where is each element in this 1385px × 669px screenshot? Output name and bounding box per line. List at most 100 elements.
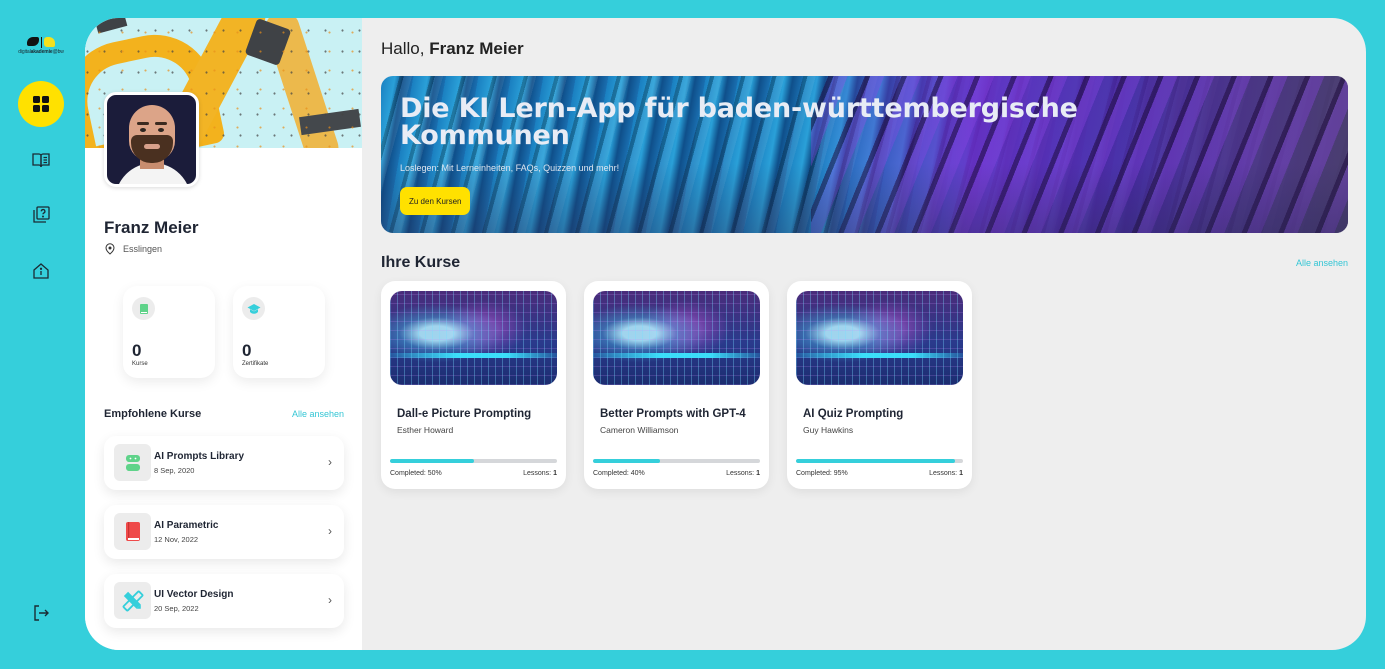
course-progress-bar	[796, 459, 963, 463]
stat-icon-wrap	[132, 297, 155, 320]
course-thumbnail	[390, 291, 557, 385]
stat-value: 0	[242, 341, 252, 360]
avatar-part	[155, 122, 167, 125]
chevron-right-icon: ›	[328, 593, 332, 607]
course-card[interactable]: AI Quiz Prompting Guy Hawkins Completed:…	[787, 281, 972, 489]
logo[interactable]: digitalakademie@bw	[10, 37, 72, 55]
recommended-course-item[interactable]: UI Vector Design 20 Sep, 2022 ›	[104, 574, 344, 628]
course-progress-fill	[390, 459, 474, 463]
book-icon	[139, 303, 148, 314]
logo-stag-icon	[27, 37, 39, 46]
course-meta: Completed: 95% Lessons: 1	[796, 470, 963, 477]
stat-card-courses: 0 Kurse	[123, 286, 215, 378]
nav-courses-button[interactable]	[18, 137, 64, 183]
nav-quizzes-button[interactable]	[18, 192, 64, 238]
thumb-pattern	[796, 291, 963, 385]
thumb-pattern	[593, 353, 760, 358]
courses-see-all-link[interactable]: Alle ansehen	[1296, 258, 1348, 268]
courses-header: Ihre Kurse Alle ansehen	[381, 254, 1348, 272]
courses-title: Ihre Kurse	[381, 254, 461, 271]
main-content: Hallo, Franz Meier Die KI Lern-App für b…	[362, 18, 1366, 650]
course-progress-fill	[593, 459, 660, 463]
grid-icon	[33, 96, 49, 112]
logo-lion-icon	[44, 37, 55, 47]
side-nav: digitalakademie@bw	[0, 0, 85, 669]
logout-icon	[34, 605, 49, 621]
lessons-count: 1	[959, 470, 963, 477]
course-progress-bar	[390, 459, 557, 463]
recommended-title-text: AI Prompts Library	[154, 451, 245, 462]
avatar-part	[140, 128, 146, 132]
course-progress-bar	[593, 459, 760, 463]
avatar-part	[137, 122, 149, 125]
logo-divider	[41, 37, 42, 48]
recommended-course-item[interactable]: AI Prompts Library 8 Sep, 2020 ›	[104, 436, 344, 490]
recommended-date: 20 Sep, 2022	[154, 604, 199, 613]
course-lessons: Lessons: 1	[523, 470, 557, 477]
home-info-icon	[33, 263, 49, 279]
course-thumbnail	[593, 291, 760, 385]
greeting-prefix: Hallo,	[381, 39, 430, 58]
recommended-thumb	[114, 582, 151, 619]
course-completed: Completed: 40%	[593, 470, 645, 477]
course-lessons: Lessons: 1	[929, 470, 963, 477]
stat-icon-wrap	[242, 297, 265, 320]
lessons-count: 1	[553, 470, 557, 477]
recommended-title: Empfohlene Kurse	[104, 408, 202, 420]
course-title: Dall-e Picture Prompting	[397, 408, 532, 420]
hero-subtitle: Loslegen: Mit Lerneinheiten, FAQs, Quizz…	[400, 163, 620, 173]
course-author: Esther Howard	[397, 425, 454, 435]
logo-text-bold: akademie	[30, 49, 53, 55]
course-thumbnail	[796, 291, 963, 385]
logo-text-suffix: @bw	[52, 49, 64, 55]
lessons-label: Lessons:	[929, 470, 958, 477]
recommended-title-text: AI Parametric	[154, 520, 219, 531]
course-completed: Completed: 95%	[796, 470, 848, 477]
recommended-date: 8 Sep, 2020	[154, 466, 195, 475]
course-meta: Completed: 40% Lessons: 1	[593, 470, 760, 477]
course-title: AI Quiz Prompting	[803, 408, 904, 420]
stat-value: 0	[132, 341, 142, 360]
avatar-part	[131, 135, 173, 163]
profile-panel: Franz Meier Esslingen 0 Kurse 0 Zertifik…	[85, 18, 362, 650]
graduation-cap-icon	[247, 303, 260, 314]
thumb-pattern	[796, 353, 963, 358]
logo-text-light: digital	[18, 49, 31, 55]
logo-text: digitalakademie@bw	[10, 49, 72, 55]
lessons-label: Lessons:	[726, 470, 755, 477]
stat-label: Kurse	[132, 361, 148, 367]
robot-icon	[125, 454, 140, 471]
nav-info-button[interactable]	[18, 248, 64, 294]
course-author: Guy Hawkins	[803, 425, 854, 435]
avatar[interactable]	[104, 92, 199, 187]
recommended-thumb	[114, 444, 151, 481]
open-book-icon	[32, 153, 50, 168]
greeting: Hallo, Franz Meier	[381, 39, 524, 59]
chevron-right-icon: ›	[328, 455, 332, 469]
hero-banner: Die KI Lern-App für baden-württembergisc…	[381, 76, 1348, 233]
greeting-name: Franz Meier	[429, 39, 524, 58]
course-title: Better Prompts with GPT-4	[600, 408, 746, 420]
pencil-ruler-icon	[122, 590, 143, 611]
location-pin-icon	[105, 243, 115, 255]
stat-card-certificates: 0 Zertifikate	[233, 286, 325, 378]
thumb-pattern	[390, 353, 557, 358]
nav-dashboard-button[interactable]	[18, 81, 64, 127]
course-meta: Completed: 50% Lessons: 1	[390, 470, 557, 477]
recommended-date: 12 Nov, 2022	[154, 535, 199, 544]
thumb-pattern	[593, 291, 760, 385]
profile-name: Franz Meier	[104, 218, 199, 237]
recommended-course-item[interactable]: AI Parametric 12 Nov, 2022 ›	[104, 505, 344, 559]
avatar-part	[158, 128, 164, 132]
avatar-part	[144, 144, 160, 149]
recommended-see-all-link[interactable]: Alle ansehen	[292, 409, 344, 419]
recommended-title-text: UI Vector Design	[154, 589, 234, 600]
stat-label: Zertifikate	[242, 361, 269, 367]
question-cards-icon	[33, 206, 50, 223]
course-card[interactable]: Better Prompts with GPT-4 Cameron Willia…	[584, 281, 769, 489]
profile-location-text: Esslingen	[123, 244, 163, 254]
course-card[interactable]: Dall-e Picture Prompting Esther Howard C…	[381, 281, 566, 489]
recommended-thumb	[114, 513, 151, 550]
logout-button[interactable]	[18, 590, 64, 636]
go-to-courses-button[interactable]: Zu den Kursen	[400, 187, 471, 215]
